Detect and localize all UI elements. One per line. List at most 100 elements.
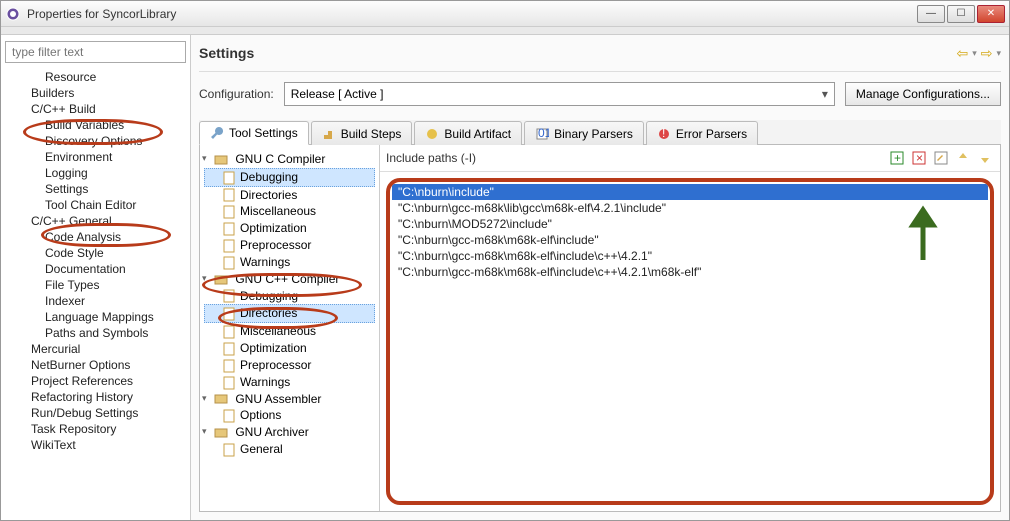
tree-item-indexer[interactable]: Indexer <box>5 293 186 309</box>
tree-item-code-style[interactable]: Code Style <box>5 245 186 261</box>
tree-item-settings[interactable]: Settings <box>5 181 186 197</box>
tree-item-tool-chain-editor[interactable]: Tool Chain Editor <box>5 197 186 213</box>
tool-item-optimization-cpp[interactable]: Optimization <box>204 340 375 357</box>
binary-icon: 010 <box>535 127 549 141</box>
tab-error-parsers[interactable]: ! Error Parsers <box>646 121 758 145</box>
properties-sidebar: Resource Builders C/C++ Build Build Vari… <box>1 35 191 520</box>
path-row[interactable]: "C:\nburn\include" <box>392 184 988 200</box>
group-gnu-c-compiler[interactable]: GNU C Compiler <box>204 151 375 168</box>
tool-item-miscellaneous-cpp[interactable]: Miscellaneous <box>204 323 375 340</box>
tool-item-warnings-cpp[interactable]: Warnings <box>204 374 375 391</box>
tab-label: Build Steps <box>341 127 402 141</box>
steps-icon <box>322 127 336 141</box>
tree-item-builders[interactable]: Builders <box>5 85 186 101</box>
tab-label: Error Parsers <box>676 127 747 141</box>
tree-item-resource[interactable]: Resource <box>5 69 186 85</box>
tree-item-environment[interactable]: Environment <box>5 149 186 165</box>
group-gnu-archiver[interactable]: GNU Archiver <box>204 424 375 441</box>
svg-text:×: × <box>916 151 923 165</box>
include-paths-list[interactable]: "C:\nburn\include" "C:\nburn\gcc-m68k\li… <box>386 178 994 505</box>
filter-input[interactable] <box>5 41 186 63</box>
tab-build-artifact[interactable]: Build Artifact <box>414 121 522 145</box>
tree-item-wikitext[interactable]: WikiText <box>5 437 186 453</box>
nav-toolbar: ⇦ ▾ ⇨ ▾ <box>956 45 1001 62</box>
tool-item-warnings[interactable]: Warnings <box>204 254 375 271</box>
configuration-select[interactable]: Release [ Active ] ▾ <box>284 82 835 106</box>
tree-item-ccpp-build[interactable]: C/C++ Build <box>5 101 186 117</box>
tool-item-options[interactable]: Options <box>204 407 375 424</box>
chevron-down-icon: ▾ <box>822 87 828 101</box>
tool-settings-tree[interactable]: GNU C Compiler Debugging Directories Mis… <box>200 145 380 511</box>
group-gnu-assembler[interactable]: GNU Assembler <box>204 391 375 408</box>
page-icon <box>222 256 236 270</box>
configuration-label: Configuration: <box>199 87 274 101</box>
tree-item-build-variables[interactable]: Build Variables <box>5 117 186 133</box>
tab-tool-settings[interactable]: Tool Settings <box>199 121 309 145</box>
edit-path-button[interactable] <box>932 149 950 167</box>
nav-back-icon[interactable]: ⇦ <box>956 45 968 62</box>
tool-item-miscellaneous[interactable]: Miscellaneous <box>204 203 375 220</box>
nav-back-menu-icon[interactable]: ▾ <box>972 48 977 59</box>
tab-label: Tool Settings <box>229 126 298 140</box>
page-icon <box>222 342 236 356</box>
include-paths-label: Include paths (-I) <box>386 151 884 165</box>
compiler-icon <box>214 153 228 167</box>
annotation-arrow <box>908 205 938 265</box>
app-icon <box>5 6 21 22</box>
error-icon: ! <box>657 127 671 141</box>
close-button[interactable]: ✕ <box>977 5 1005 23</box>
tree-item-project-references[interactable]: Project References <box>5 373 186 389</box>
tree-item-file-types[interactable]: File Types <box>5 277 186 293</box>
path-row[interactable]: "C:\nburn\MOD5272\include" <box>392 216 988 232</box>
tree-item-refactoring-history[interactable]: Refactoring History <box>5 389 186 405</box>
page-icon <box>222 443 236 457</box>
tree-item-ccpp-general[interactable]: C/C++ General <box>5 213 186 229</box>
tool-item-debugging-cpp[interactable]: Debugging <box>204 288 375 305</box>
tree-item-mercurial[interactable]: Mercurial <box>5 341 186 357</box>
tree-item-run-debug-settings[interactable]: Run/Debug Settings <box>5 405 186 421</box>
tree-item-language-mappings[interactable]: Language Mappings <box>5 309 186 325</box>
tree-item-code-analysis[interactable]: Code Analysis <box>5 229 186 245</box>
compiler-icon <box>214 392 228 406</box>
artifact-icon <box>425 127 439 141</box>
category-tree[interactable]: Resource Builders C/C++ Build Build Vari… <box>5 69 186 453</box>
path-row[interactable]: "C:\nburn\gcc-m68k\m68k-elf\include" <box>392 232 988 248</box>
path-row[interactable]: "C:\nburn\gcc-m68k\m68k-elf\include\c++\… <box>392 248 988 264</box>
tool-item-preprocessor[interactable]: Preprocessor <box>204 237 375 254</box>
group-gnu-cpp-compiler[interactable]: GNU C++ Compiler <box>204 271 375 288</box>
tool-item-preprocessor-cpp[interactable]: Preprocessor <box>204 357 375 374</box>
tree-item-discovery-options[interactable]: Discovery Options <box>5 133 186 149</box>
delete-path-button[interactable]: × <box>910 149 928 167</box>
manage-configurations-button[interactable]: Manage Configurations... <box>845 82 1001 106</box>
tool-item-directories-cpp[interactable]: Directories <box>204 304 375 323</box>
tab-build-steps[interactable]: Build Steps <box>311 121 413 145</box>
tree-item-netburner-options[interactable]: NetBurner Options <box>5 357 186 373</box>
minimize-button[interactable]: — <box>917 5 945 23</box>
tool-item-general[interactable]: General <box>204 441 375 458</box>
move-down-button[interactable] <box>976 149 994 167</box>
page-icon <box>222 222 236 236</box>
nav-forward-icon[interactable]: ⇨ <box>981 45 993 62</box>
page-icon <box>222 307 236 321</box>
page-icon <box>222 205 236 219</box>
page-icon <box>222 376 236 390</box>
tool-item-optimization[interactable]: Optimization <box>204 220 375 237</box>
page-icon <box>222 289 236 303</box>
tree-item-logging[interactable]: Logging <box>5 165 186 181</box>
tool-item-debugging[interactable]: Debugging <box>204 168 375 187</box>
svg-text:010: 010 <box>538 127 549 140</box>
add-path-button[interactable]: + <box>888 149 906 167</box>
path-row[interactable]: "C:\nburn\gcc-m68k\lib\gcc\m68k-elf\4.2.… <box>392 200 988 216</box>
path-row[interactable]: "C:\nburn\gcc-m68k\m68k-elf\include\c++\… <box>392 264 988 280</box>
tree-item-task-repository[interactable]: Task Repository <box>5 421 186 437</box>
svg-text:+: + <box>894 151 901 165</box>
tree-item-paths-symbols[interactable]: Paths and Symbols <box>5 325 186 341</box>
tool-item-directories[interactable]: Directories <box>204 187 375 204</box>
tree-item-documentation[interactable]: Documentation <box>5 261 186 277</box>
nav-forward-menu-icon[interactable]: ▾ <box>996 48 1001 59</box>
maximize-button[interactable]: ☐ <box>947 5 975 23</box>
tab-label: Build Artifact <box>444 127 511 141</box>
move-up-button[interactable] <box>954 149 972 167</box>
tab-binary-parsers[interactable]: 010 Binary Parsers <box>524 121 644 145</box>
include-paths-panel: Include paths (-I) + × "C:\nburn\include… <box>380 145 1000 511</box>
